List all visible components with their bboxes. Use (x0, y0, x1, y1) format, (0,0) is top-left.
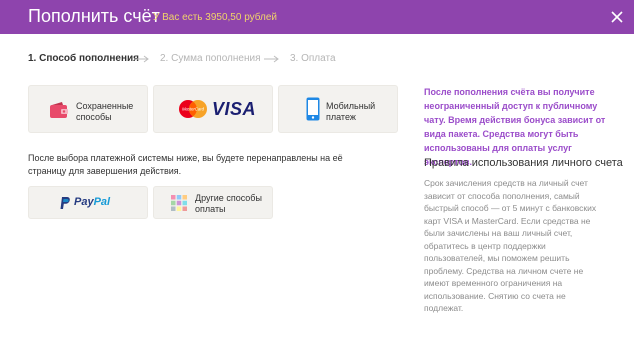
step-payment-method: 1. Способ пополнения (28, 53, 140, 64)
paypal-wordmark: PayPal (74, 196, 111, 208)
other-methods-label: Другие способы оплаты (195, 193, 262, 214)
modal-header: Пополнить счёт У Вас есть 3950,50 рублей (0, 0, 634, 34)
step-payment: 3. Оплата (290, 53, 336, 64)
mobile-payment-button[interactable]: Мобильный платеж (278, 85, 398, 133)
rules-title: Правила использования личного счета (424, 157, 623, 169)
svg-text:MasterCard: MasterCard (182, 107, 205, 112)
paypal-logo (60, 197, 70, 209)
mobile-payment-label: Мобильный платеж (326, 101, 376, 122)
mastercard-logo: MasterCard (179, 100, 207, 118)
step-amount: 2. Сумма пополнения (160, 53, 261, 64)
close-icon (611, 11, 623, 23)
redirect-note: После выбора платежной системы ниже, вы … (28, 153, 343, 176)
bank-cards-button[interactable]: MasterCard VISA (153, 85, 273, 133)
arrow-right-icon (264, 55, 279, 63)
close-button[interactable] (608, 8, 626, 26)
saved-methods-button[interactable]: Сохраненные способы (28, 85, 148, 133)
grid-icon (171, 195, 187, 211)
modal-title: Пополнить счёт (28, 6, 160, 26)
arrow-right-icon (134, 55, 149, 63)
paypal-button[interactable]: PayPal (28, 186, 148, 219)
wallet-icon (50, 102, 68, 118)
saved-methods-label: Сохраненные способы (76, 101, 134, 122)
other-methods-button[interactable]: Другие способы оплаты (153, 186, 273, 219)
mobile-phone-icon (306, 97, 320, 121)
visa-logo-text: VISA (212, 99, 257, 119)
rules-text: Срок зачисления средств на личный счет з… (424, 178, 597, 313)
balance-text: У Вас есть 3950,50 рублей (153, 12, 278, 23)
